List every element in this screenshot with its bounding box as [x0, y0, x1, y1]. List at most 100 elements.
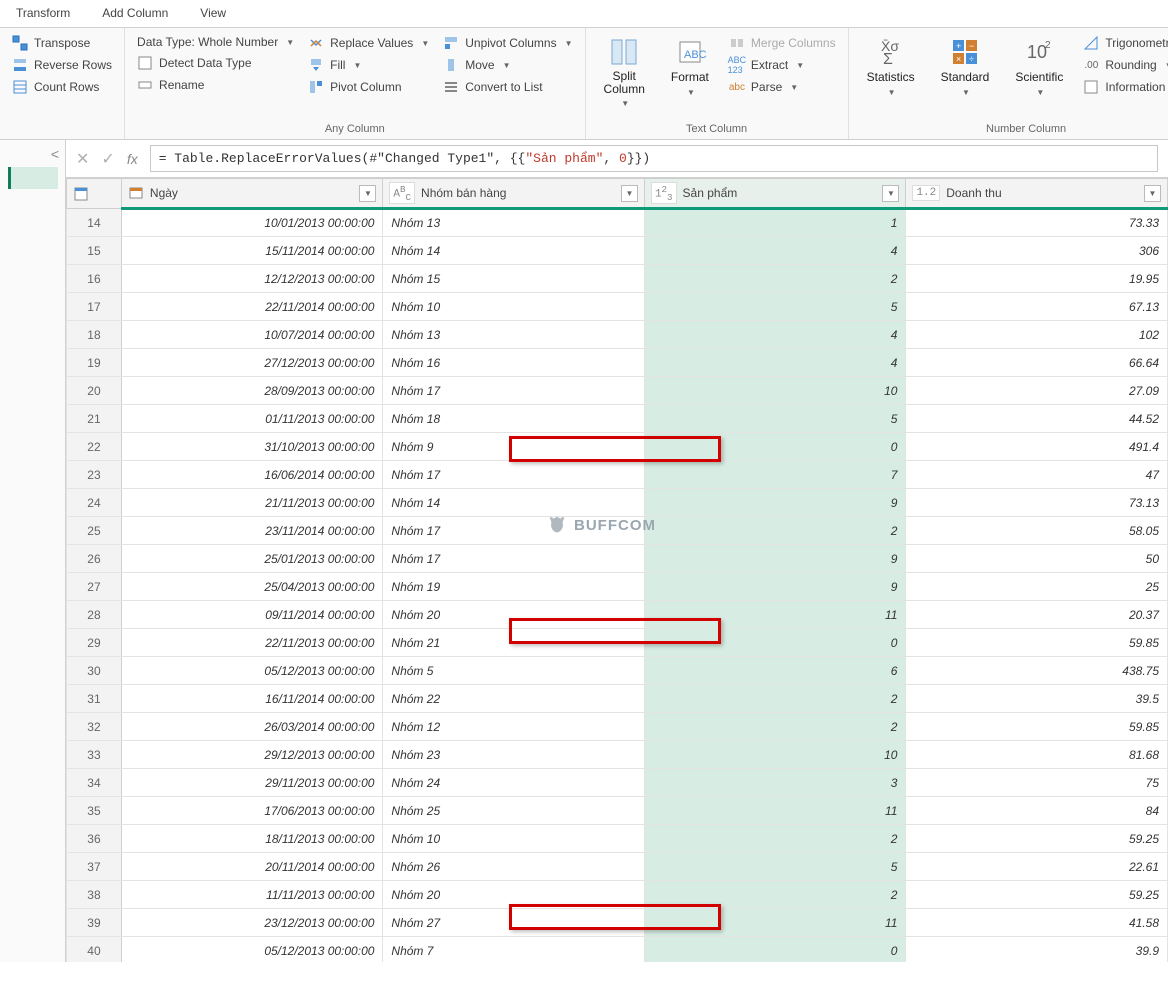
cell-product[interactable]: 2: [644, 265, 906, 293]
column-header-sanpham[interactable]: 123Sản phẩm▼: [644, 179, 906, 209]
select-all-corner[interactable]: [67, 179, 122, 209]
cell-revenue[interactable]: 41.58: [906, 909, 1168, 937]
cell-date[interactable]: 09/11/2014 00:00:00: [121, 601, 383, 629]
cell-group[interactable]: Nhóm 17: [383, 377, 645, 405]
cell-product[interactable]: 5: [644, 853, 906, 881]
formula-input[interactable]: = Table.ReplaceErrorValues(#"Changed Typ…: [150, 145, 1158, 172]
fill-button[interactable]: Fill ▼: [308, 56, 429, 74]
cell-date[interactable]: 20/11/2014 00:00:00: [121, 853, 383, 881]
cell-revenue[interactable]: 19.95: [906, 265, 1168, 293]
cell-group[interactable]: Nhóm 12: [383, 713, 645, 741]
cell-group[interactable]: Nhóm 10: [383, 825, 645, 853]
row-number[interactable]: 19: [67, 349, 122, 377]
row-number[interactable]: 35: [67, 797, 122, 825]
cell-group[interactable]: Nhóm 23: [383, 741, 645, 769]
statistics-button[interactable]: X̄σΣ Statistics▼: [861, 34, 921, 119]
column-header-doanhthu[interactable]: 1.2Doanh thu▼: [906, 179, 1168, 209]
row-number[interactable]: 25: [67, 517, 122, 545]
cell-group[interactable]: Nhóm 9: [383, 433, 645, 461]
row-number[interactable]: 17: [67, 293, 122, 321]
cell-revenue[interactable]: 25: [906, 573, 1168, 601]
row-number[interactable]: 39: [67, 909, 122, 937]
cell-product[interactable]: 11: [644, 797, 906, 825]
data-type-button[interactable]: Data Type: Whole Number ▼: [137, 34, 294, 50]
row-number[interactable]: 32: [67, 713, 122, 741]
count-rows-button[interactable]: Count Rows: [12, 78, 112, 96]
row-number[interactable]: 22: [67, 433, 122, 461]
fx-icon[interactable]: fx: [127, 151, 138, 167]
cell-date[interactable]: 27/12/2013 00:00:00: [121, 349, 383, 377]
cell-date[interactable]: 12/12/2013 00:00:00: [121, 265, 383, 293]
rename-button[interactable]: Rename: [137, 76, 294, 94]
column-header-nhom[interactable]: ABCNhóm bán hàng▼: [383, 179, 645, 209]
cell-product[interactable]: 1: [644, 209, 906, 237]
cell-group[interactable]: Nhóm 22: [383, 685, 645, 713]
row-number[interactable]: 36: [67, 825, 122, 853]
table-row[interactable]: 3226/03/2014 00:00:00Nhóm 12259.85: [67, 713, 1168, 741]
filter-icon[interactable]: ▼: [1144, 185, 1161, 202]
cell-date[interactable]: 29/11/2013 00:00:00: [121, 769, 383, 797]
row-number[interactable]: 15: [67, 237, 122, 265]
cell-revenue[interactable]: 438.75: [906, 657, 1168, 685]
move-button[interactable]: Move ▼: [443, 56, 572, 74]
cell-group[interactable]: Nhóm 10: [383, 293, 645, 321]
table-row[interactable]: 3329/12/2013 00:00:00Nhóm 231081.68: [67, 741, 1168, 769]
row-number[interactable]: 26: [67, 545, 122, 573]
row-number[interactable]: 21: [67, 405, 122, 433]
cell-group[interactable]: Nhóm 21: [383, 629, 645, 657]
cell-product[interactable]: 10: [644, 377, 906, 405]
cell-revenue[interactable]: 27.09: [906, 377, 1168, 405]
cell-product[interactable]: 11: [644, 909, 906, 937]
cell-revenue[interactable]: 84: [906, 797, 1168, 825]
cell-revenue[interactable]: 47: [906, 461, 1168, 489]
detect-type-button[interactable]: Detect Data Type: [137, 54, 294, 72]
cell-group[interactable]: Nhóm 25: [383, 797, 645, 825]
cell-revenue[interactable]: 102: [906, 321, 1168, 349]
cell-revenue[interactable]: 66.64: [906, 349, 1168, 377]
cell-revenue[interactable]: 59.85: [906, 713, 1168, 741]
table-row[interactable]: 1410/01/2013 00:00:00Nhóm 13173.33: [67, 209, 1168, 237]
cell-revenue[interactable]: 73.13: [906, 489, 1168, 517]
cell-group[interactable]: Nhóm 15: [383, 265, 645, 293]
row-number[interactable]: 27: [67, 573, 122, 601]
table-row[interactable]: 3720/11/2014 00:00:00Nhóm 26522.61: [67, 853, 1168, 881]
scientific-button[interactable]: 102 Scientific▼: [1009, 34, 1069, 119]
cell-revenue[interactable]: 67.13: [906, 293, 1168, 321]
table-row[interactable]: 1612/12/2013 00:00:00Nhóm 15219.95: [67, 265, 1168, 293]
table-row[interactable]: 3811/11/2013 00:00:00Nhóm 20259.25: [67, 881, 1168, 909]
cell-date[interactable]: 15/11/2014 00:00:00: [121, 237, 383, 265]
table-row[interactable]: 2231/10/2013 00:00:00Nhóm 90491.4: [67, 433, 1168, 461]
table-row[interactable]: 1515/11/2014 00:00:00Nhóm 144306: [67, 237, 1168, 265]
cell-date[interactable]: 10/07/2014 00:00:00: [121, 321, 383, 349]
row-number[interactable]: 18: [67, 321, 122, 349]
cell-group[interactable]: Nhóm 24: [383, 769, 645, 797]
table-row[interactable]: 2625/01/2013 00:00:00Nhóm 17950: [67, 545, 1168, 573]
cell-date[interactable]: 05/12/2013 00:00:00: [121, 657, 383, 685]
tab-add-column[interactable]: Add Column: [86, 0, 184, 27]
table-row[interactable]: 3116/11/2014 00:00:00Nhóm 22239.5: [67, 685, 1168, 713]
cell-date[interactable]: 22/11/2014 00:00:00: [121, 293, 383, 321]
reverse-rows-button[interactable]: Reverse Rows: [12, 56, 112, 74]
cell-product[interactable]: 5: [644, 405, 906, 433]
cell-group[interactable]: Nhóm 20: [383, 881, 645, 909]
cell-group[interactable]: Nhóm 17: [383, 545, 645, 573]
cell-product[interactable]: 11: [644, 601, 906, 629]
table-row[interactable]: 2523/11/2014 00:00:00Nhóm 17258.05: [67, 517, 1168, 545]
convert-list-button[interactable]: Convert to List: [443, 78, 572, 96]
cell-date[interactable]: 21/11/2013 00:00:00: [121, 489, 383, 517]
cell-revenue[interactable]: 59.85: [906, 629, 1168, 657]
row-number[interactable]: 20: [67, 377, 122, 405]
cell-product[interactable]: 0: [644, 937, 906, 963]
table-row[interactable]: 1927/12/2013 00:00:00Nhóm 16466.64: [67, 349, 1168, 377]
parse-button[interactable]: abc Parse ▼: [729, 78, 836, 96]
cell-product[interactable]: 2: [644, 825, 906, 853]
table-row[interactable]: 3923/12/2013 00:00:00Nhóm 271141.58: [67, 909, 1168, 937]
cell-date[interactable]: 25/04/2013 00:00:00: [121, 573, 383, 601]
table-row[interactable]: 2421/11/2013 00:00:00Nhóm 14973.13: [67, 489, 1168, 517]
cell-revenue[interactable]: 491.4: [906, 433, 1168, 461]
cell-group[interactable]: Nhóm 18: [383, 405, 645, 433]
standard-button[interactable]: +−×÷ Standard▼: [935, 34, 996, 119]
cell-product[interactable]: 4: [644, 321, 906, 349]
data-grid[interactable]: Ngày▼ ABCNhóm bán hàng▼ 123Sản phẩm▼ 1.2…: [66, 178, 1168, 962]
table-row[interactable]: 3618/11/2013 00:00:00Nhóm 10259.25: [67, 825, 1168, 853]
